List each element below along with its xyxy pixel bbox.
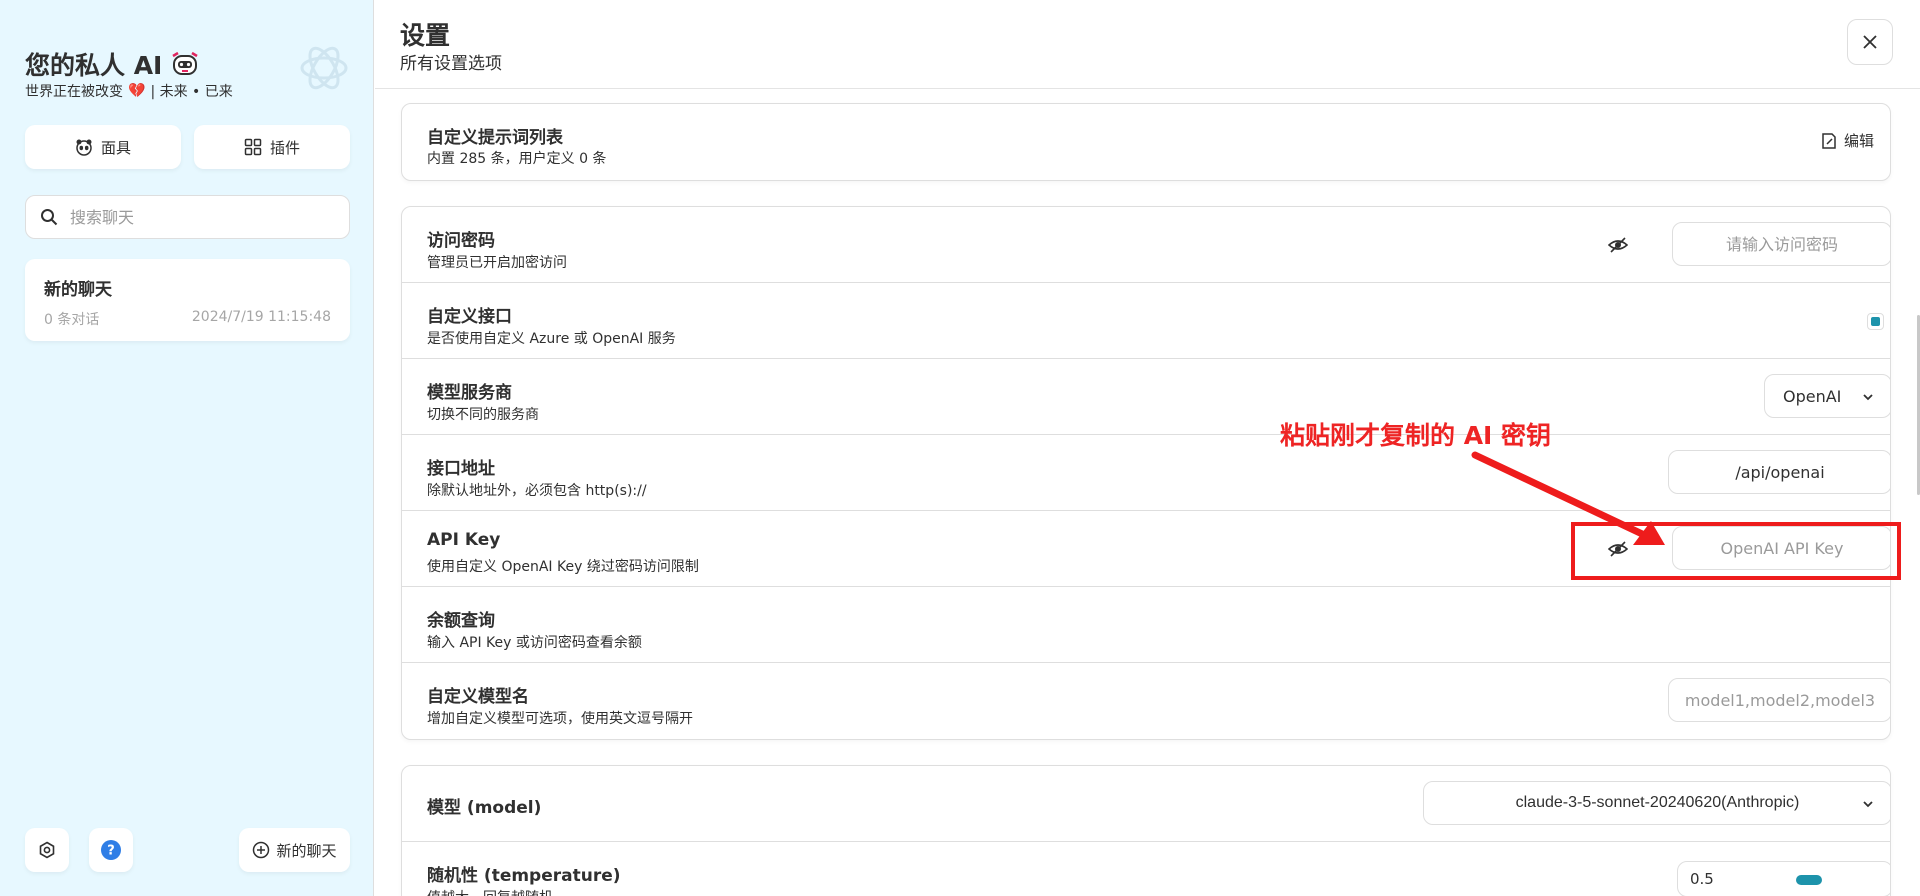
edit-label: 编辑 [1844,132,1875,150]
help-button[interactable]: ? [89,828,133,872]
settings-panel: 设置 所有设置选项 自定义提示词列表 内置 285 条，用户定义 0 条 编辑 … [375,0,1920,896]
page-title: 设置 [400,21,451,50]
temperature-value: 0.5 [1690,870,1714,888]
custom-endpoint-sub: 是否使用自定义 Azure 或 OpenAI 服务 [427,331,676,347]
access-code-input-box [1672,222,1890,266]
api-key-highlight-box [1571,522,1901,580]
eye-off-icon[interactable] [1607,234,1629,256]
edit-icon [1822,132,1836,149]
new-chat-label: 新的聊天 [276,841,337,860]
temperature-sub: 值越大，回复越随机 [427,887,553,896]
mask-button[interactable]: 面具 [25,125,181,169]
endpoint-url-input-box [1668,450,1890,494]
access-code-title: 访问密码 [427,231,495,251]
model-select[interactable]: claude-3-5-sonnet-20240620(Anthropic) [1423,781,1890,825]
chat-list-item[interactable]: 新的聊天 0 条对话 2024/7/19 11:15:48 [25,259,350,341]
access-code-row: 访问密码 管理员已开启加密访问 [402,207,1890,283]
settings-header: 设置 所有设置选项 [375,0,1920,89]
broken-heart-icon: 💔 [128,83,146,99]
subtitle-right: | 未来 • 已来 [150,84,233,100]
api-key-sub: 使用自定义 OpenAI Key 绕过密码访问限制 [427,559,699,575]
slider-thumb[interactable] [1796,875,1822,885]
endpoint-url-input[interactable] [1669,462,1890,482]
endpoint-url-title: 接口地址 [427,459,495,479]
access-code-input[interactable] [1673,234,1890,254]
app-title-text: 您的私人 AI [25,51,163,80]
prompt-list-row: 自定义提示词列表 内置 285 条，用户定义 0 条 编辑 [402,104,1890,180]
checkbox-checked-indicator [1871,317,1880,326]
api-key-title: API Key [427,530,501,550]
app-subtitle: 世界正在被改变 💔 | 未来 • 已来 [25,81,233,101]
svg-text:?: ? [107,844,115,859]
openai-logo-icon [300,46,348,90]
balance-row: 余额查询 输入 API Key 或访问密码查看余额 [402,587,1890,663]
provider-sub: 切换不同的服务商 [427,407,539,423]
balance-title: 余额查询 [427,611,495,631]
provider-select[interactable]: OpenAI [1764,374,1890,418]
robot-icon [172,51,199,75]
new-chat-button[interactable]: 新的聊天 [239,828,350,872]
plugin-button-label: 插件 [269,138,300,157]
temperature-slider[interactable]: 0.5 [1677,861,1890,896]
mask-button-label: 面具 [100,138,131,157]
model-title: 模型 (model) [427,798,542,818]
temperature-title: 随机性 (temperature) [427,866,621,886]
temperature-row: 随机性 (temperature) 值越大，回复越随机 0.5 [402,842,1890,896]
custom-models-input-box [1668,678,1890,722]
settings-icon [39,841,55,859]
chat-time: 2024/7/19 11:15:48 [191,309,331,325]
add-circle-icon [253,841,270,859]
page-subtitle: 所有设置选项 [400,54,502,74]
provider-value: OpenAI [1783,386,1842,406]
balance-sub: 输入 API Key 或访问密码查看余额 [427,635,642,651]
endpoint-url-sub: 除默认地址外，必须包含 http(s):// [427,483,647,499]
access-code-sub: 管理员已开启加密访问 [427,255,567,271]
search-input[interactable] [70,207,330,227]
sidebar: 您的私人 AI 世界正在被改变 💔 | 未来 • 已来 面具 插件 搜索聊天 新… [0,0,374,896]
custom-models-title: 自定义模型名 [427,687,529,707]
settings-button[interactable] [25,828,69,872]
chevron-down-icon [1863,394,1873,401]
chevron-down-icon [1863,801,1873,808]
chat-count: 0 条对话 [44,312,100,328]
custom-models-input[interactable] [1669,690,1890,710]
model-settings-card: 模型 (model) claude-3-5-sonnet-20240620(An… [401,765,1891,896]
custom-models-row: 自定义模型名 增加自定义模型可选项，使用英文逗号隔开 [402,663,1890,739]
grid-icon [244,138,262,156]
close-icon [1863,35,1877,49]
search-icon [41,209,58,226]
custom-models-sub: 增加自定义模型可选项，使用英文逗号隔开 [427,711,693,727]
custom-endpoint-row: 自定义接口 是否使用自定义 Azure 或 OpenAI 服务 [402,283,1890,359]
help-icon: ? [101,840,121,860]
model-value: claude-3-5-sonnet-20240620(Anthropic) [1515,794,1800,811]
custom-endpoint-title: 自定义接口 [427,307,512,327]
close-button[interactable] [1847,19,1893,65]
app-title: 您的私人 AI [25,46,200,82]
search-box [25,195,350,239]
panda-mask-icon [76,139,92,156]
prompt-list-title: 自定义提示词列表 [427,128,563,148]
provider-row: 模型服务商 切换不同的服务商 OpenAI [402,359,1890,435]
chat-title: 新的聊天 [44,280,112,300]
prompt-list-card: 自定义提示词列表 内置 285 条，用户定义 0 条 编辑 [401,103,1891,181]
plugin-button[interactable]: 插件 [194,125,350,169]
edit-prompts-button[interactable]: 编辑 [1820,130,1874,151]
prompt-list-sub: 内置 285 条，用户定义 0 条 [427,151,607,167]
model-row: 模型 (model) claude-3-5-sonnet-20240620(An… [402,766,1890,842]
custom-endpoint-checkbox[interactable] [1867,313,1884,330]
provider-title: 模型服务商 [427,383,512,403]
subtitle-left: 世界正在被改变 [25,84,123,100]
